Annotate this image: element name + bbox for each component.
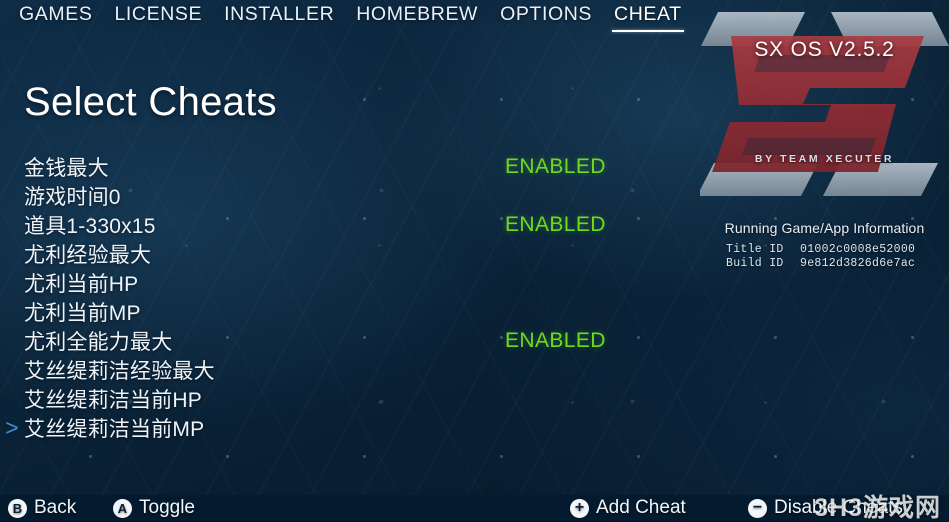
hint-back[interactable]: B Back [8, 497, 76, 519]
system-info-panel: SX OS V2.5.2 BY TEAM XECUTER Running Gam… [700, 0, 949, 278]
cheat-row[interactable]: > 游戏时间0 [0, 181, 700, 210]
cheat-status-badge: ENABLED [505, 212, 606, 236]
build-id-row: Build ID 9e812d3826d6e7ac [726, 257, 915, 271]
cheat-name: 尤利当前HP [24, 272, 139, 296]
button-hint-bar: B Back A Toggle + Add Cheat − Disable Ch… [0, 495, 949, 522]
cheat-name: 尤利当前MP [24, 301, 141, 325]
tab-games[interactable]: GAMES [8, 0, 103, 27]
cheat-row[interactable]: > 金钱最大 ENABLED [0, 152, 700, 181]
title-id-label: Title ID [726, 243, 784, 256]
cheat-row[interactable]: > 艾丝缇莉洁经验最大 [0, 355, 700, 384]
cheat-name: 金钱最大 [24, 156, 109, 180]
hint-add-label: Add Cheat [596, 497, 686, 518]
cheat-row[interactable]: > 尤利经验最大 [0, 239, 700, 268]
cheat-name: 艾丝缇莉洁当前HP [24, 388, 202, 412]
hint-disable-label: Disable Cheats [774, 497, 903, 518]
cheat-status-badge: ENABLED [505, 328, 606, 352]
cheat-name: 艾丝缇莉洁经验最大 [24, 359, 215, 383]
hint-back-label: Back [34, 497, 77, 518]
sxos-cheat-screen: GAMES LICENSE INSTALLER HOMEBREW OPTIONS… [0, 0, 949, 522]
hint-disable-cheats[interactable]: − Disable Cheats [748, 497, 903, 519]
build-id-value: 9e812d3826d6e7ac [800, 256, 916, 270]
tab-installer[interactable]: INSTALLER [213, 0, 345, 27]
cheat-row[interactable]: > 艾丝缇莉洁当前MP [0, 413, 700, 442]
cheat-row[interactable]: > 尤利全能力最大 ENABLED [0, 326, 700, 355]
tab-homebrew[interactable]: HOMEBREW [345, 0, 489, 27]
main-tab-bar: GAMES LICENSE INSTALLER HOMEBREW OPTIONS… [0, 0, 949, 33]
cheat-row[interactable]: > 艾丝缇莉洁当前HP [0, 384, 700, 413]
hint-toggle-label: Toggle [139, 497, 195, 518]
cheat-row[interactable]: > 尤利当前MP [0, 297, 700, 326]
minus-icon: − [748, 498, 767, 518]
tab-license[interactable]: LICENSE [103, 0, 213, 27]
cheat-list: > 金钱最大 ENABLED > 游戏时间0 > 道具1-330x15 ENAB… [0, 152, 700, 442]
cheat-status-badge: ENABLED [505, 154, 606, 178]
cheat-row[interactable]: > 尤利当前HP [0, 268, 700, 297]
plus-icon: + [570, 498, 589, 518]
tab-options[interactable]: OPTIONS [489, 0, 603, 27]
running-game-info-header: Running Game/App Information [724, 220, 925, 236]
sxos-byline-label: BY TEAM XECUTER [754, 153, 895, 165]
cheat-name: 道具1-330x15 [24, 214, 156, 238]
build-id-label: Build ID [726, 256, 784, 270]
button-b-icon: B [8, 498, 27, 518]
tab-cheat[interactable]: CHEAT [603, 0, 693, 32]
button-a-icon: A [113, 498, 132, 518]
cheat-name: 尤利全能力最大 [24, 330, 173, 354]
sxos-version-label: SX OS V2.5.2 [754, 38, 895, 61]
hint-add-cheat[interactable]: + Add Cheat [570, 497, 686, 519]
cheat-name: 尤利经验最大 [24, 243, 152, 267]
page-title: Select Cheats [24, 80, 277, 124]
hint-toggle[interactable]: A Toggle [113, 497, 195, 519]
cheat-row[interactable]: > 道具1-330x15 ENABLED [0, 210, 700, 239]
cheat-name: 游戏时间0 [24, 185, 121, 209]
running-game-ids: Title ID 01002c0008e52000 Build ID 9e812… [726, 243, 915, 270]
selection-cursor-icon: > [5, 414, 19, 440]
title-id-row: Title ID 01002c0008e52000 [726, 243, 915, 257]
cheat-name: 艾丝缇莉洁当前MP [24, 417, 205, 441]
title-id-value: 01002c0008e52000 [800, 243, 916, 256]
